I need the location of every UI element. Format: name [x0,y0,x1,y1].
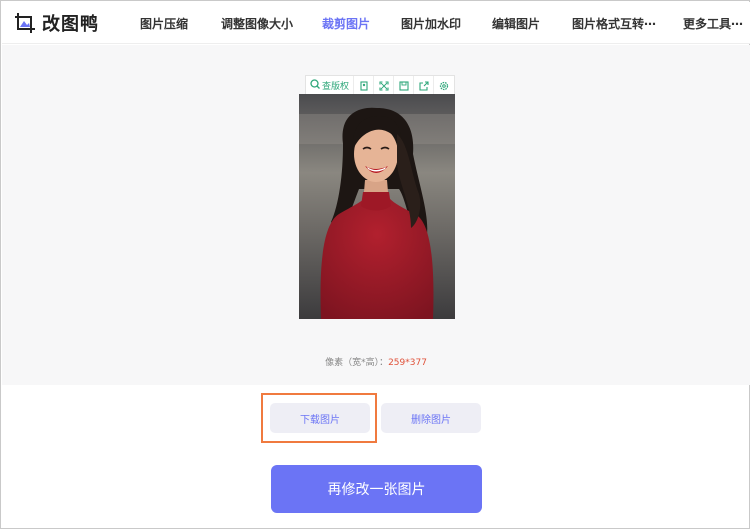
image-preview-area: 查版权 像素（宽*高）：259*377 [2,45,750,385]
edit-another-image-button[interactable]: 再修改一张图片 [271,465,482,513]
settings-button[interactable] [434,76,454,94]
nav-item-more-tools[interactable]: 更多工具⋯ [683,15,743,32]
save-icon [398,76,409,95]
nav-item-crop[interactable]: 裁剪图片 [322,15,370,32]
main-nav: 图片压缩 调整图像大小 裁剪图片 图片加水印 编辑图片 图片格式互转⋯ 更多工具… [2,2,750,44]
download-image-button[interactable]: 下载图片 [270,403,370,433]
nav-item-watermark[interactable]: 图片加水印 [401,15,461,32]
nav-item-compress[interactable]: 图片压缩 [140,15,188,32]
app-frame: 改图鸭 图片压缩 调整图像大小 裁剪图片 图片加水印 编辑图片 图片格式互转⋯ … [0,0,750,529]
nav-item-resize[interactable]: 调整图像大小 [221,15,293,32]
settings-icon [439,76,449,95]
portrait-photo [299,94,455,319]
share-button[interactable] [414,76,434,94]
pixel-dimensions: 像素（宽*高）：259*377 [2,355,750,368]
portrait-icon [359,76,369,95]
delete-image-button[interactable]: 删除图片 [381,403,481,433]
pixel-dimensions-value: 259*377 [388,358,427,368]
nav-item-convert[interactable]: 图片格式互转⋯ [572,15,656,32]
copyright-check-label: 查版权 [321,81,349,92]
copyright-check-button[interactable]: 查版权 [306,76,354,94]
share-icon [418,76,429,95]
pixel-dimensions-label: 像素（宽*高）： [325,358,389,368]
fullscreen-icon [378,76,389,95]
copyright-search-icon [310,78,320,92]
action-row: 下载图片 删除图片 [1,403,750,435]
portrait-button[interactable] [354,76,374,94]
cropped-image-preview[interactable] [299,94,455,319]
save-button[interactable] [394,76,414,94]
nav-item-edit[interactable]: 编辑图片 [492,15,540,32]
fullscreen-button[interactable] [374,76,394,94]
top-header: 改图鸭 图片压缩 调整图像大小 裁剪图片 图片加水印 编辑图片 图片格式互转⋯ … [2,2,750,44]
image-toolbar: 查版权 [305,75,455,95]
